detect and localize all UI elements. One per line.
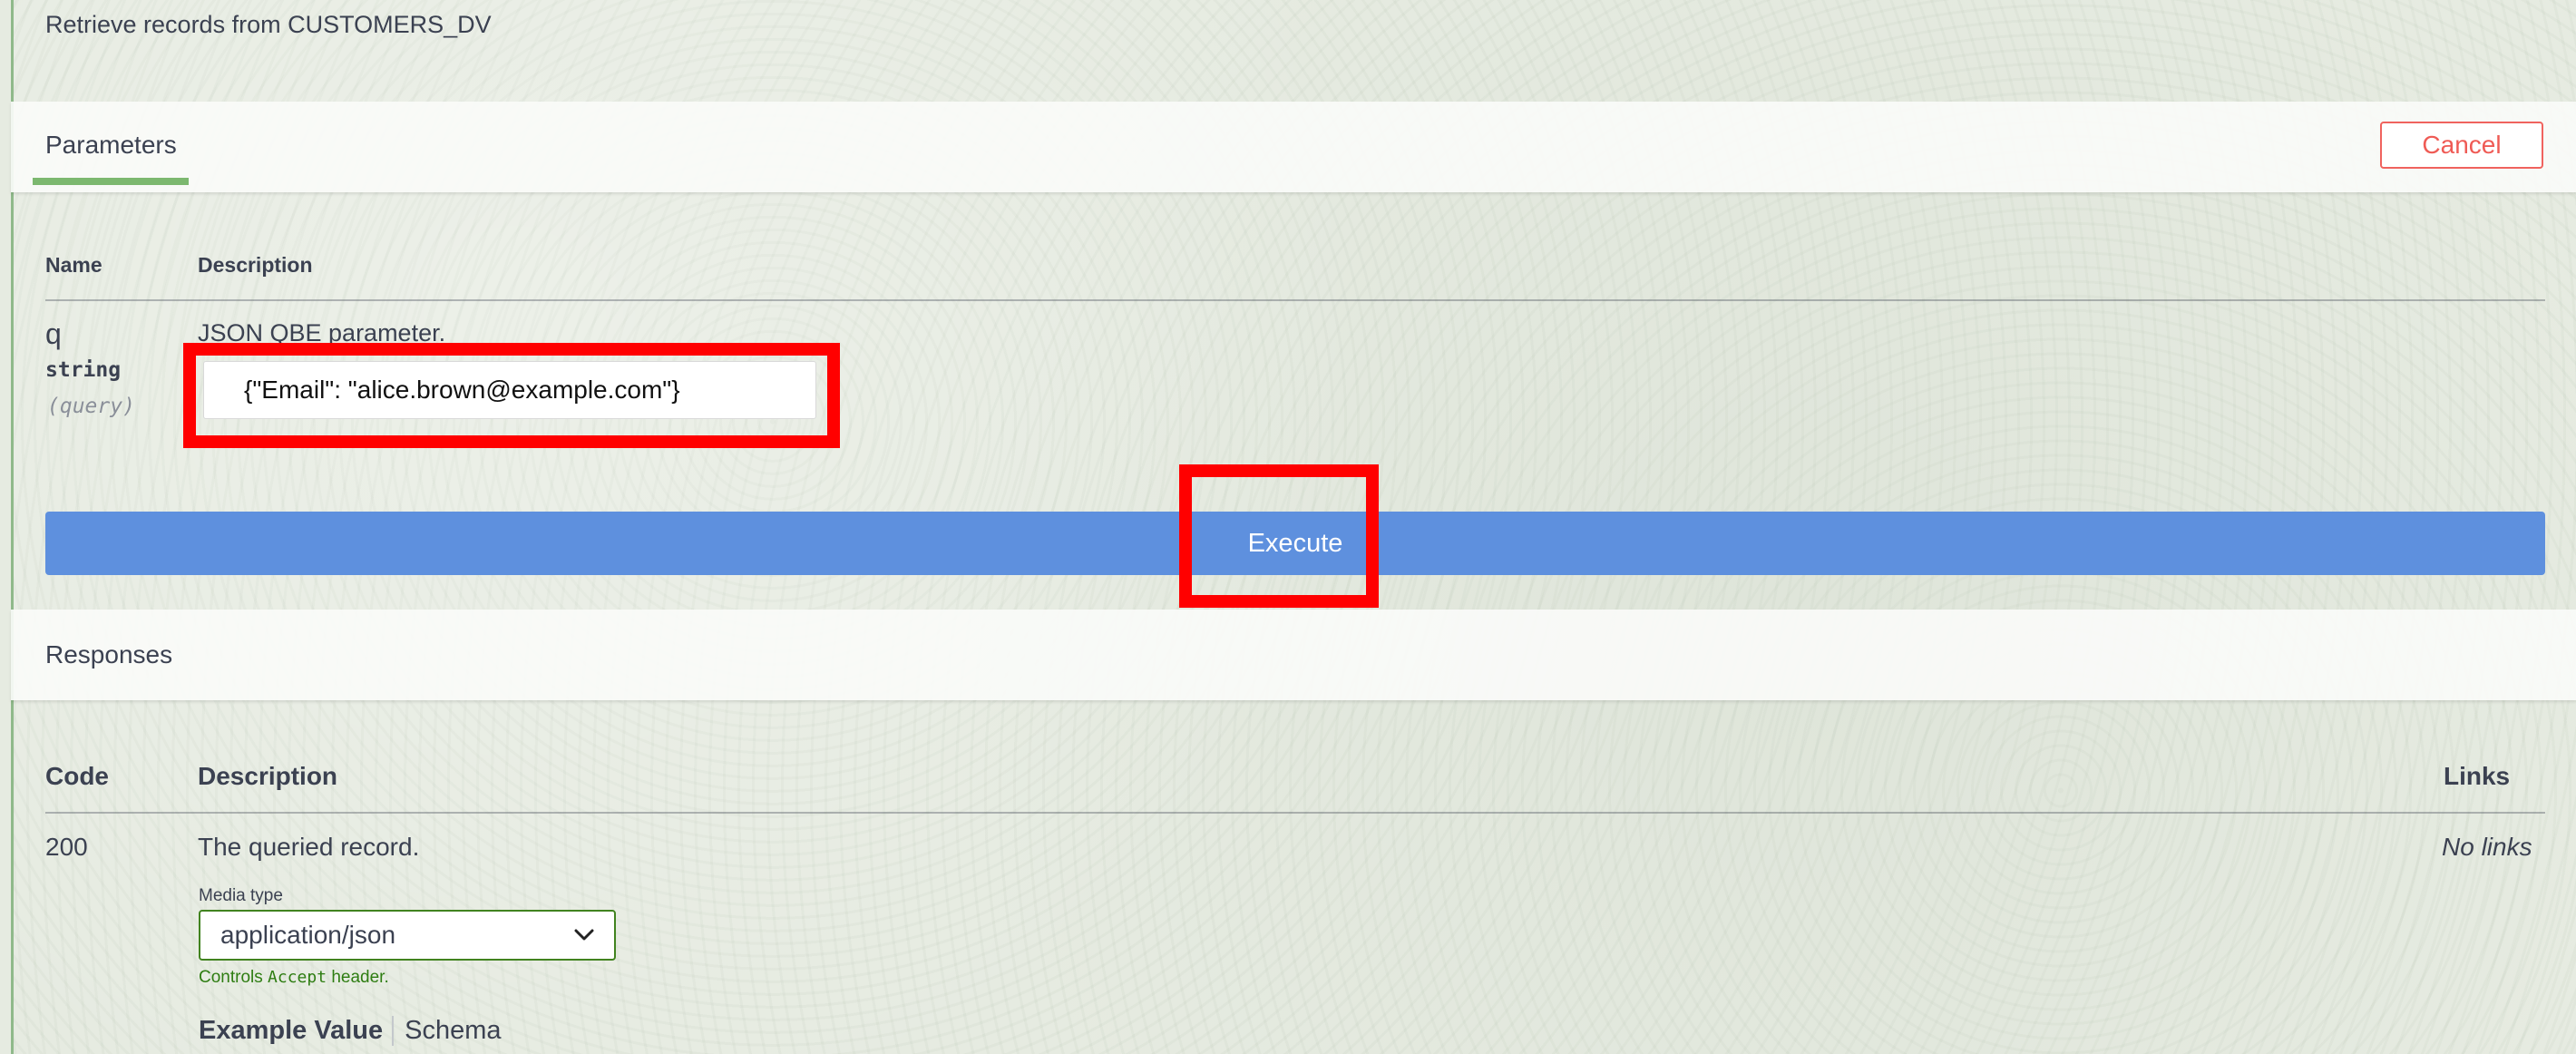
operation-summary: Retrieve records from CUSTOMERS_DV (45, 11, 492, 38)
column-header-links: Links (2444, 762, 2511, 790)
media-type-select[interactable]: application/json (199, 910, 616, 961)
tab-parameters[interactable]: Parameters (45, 131, 177, 160)
responses-header (11, 610, 2576, 700)
column-header-response-description: Description (198, 762, 338, 790)
chevron-down-icon (574, 929, 594, 942)
media-type-label: Media type (199, 886, 283, 905)
responses-title: Responses (45, 640, 173, 669)
responses-table-divider (45, 812, 2545, 814)
response-links: No links (2442, 833, 2532, 861)
parameters-table-divider (45, 299, 2545, 301)
parameter-location: (query) (47, 395, 135, 418)
parameter-name: q (45, 317, 62, 350)
column-header-name: Name (45, 253, 102, 277)
tab-schema[interactable]: Schema (394, 1016, 501, 1046)
response-code: 200 (45, 833, 88, 861)
controls-accept-note: Controls Accept header. (199, 968, 389, 987)
column-header-code: Code (45, 762, 109, 790)
media-type-value: application/json (220, 921, 396, 949)
tab-parameters-underline (33, 178, 189, 185)
q-parameter-input[interactable] (203, 361, 816, 419)
column-header-description: Description (198, 253, 313, 277)
response-description: The queried record. (198, 833, 420, 861)
parameter-type: string (45, 358, 122, 382)
execute-highlight-box (1179, 464, 1379, 608)
example-schema-tabs: Example Value Schema (199, 1016, 502, 1046)
cancel-button[interactable]: Cancel (2380, 122, 2543, 169)
parameters-header (11, 102, 2576, 192)
tab-example-value[interactable]: Example Value (199, 1016, 395, 1046)
